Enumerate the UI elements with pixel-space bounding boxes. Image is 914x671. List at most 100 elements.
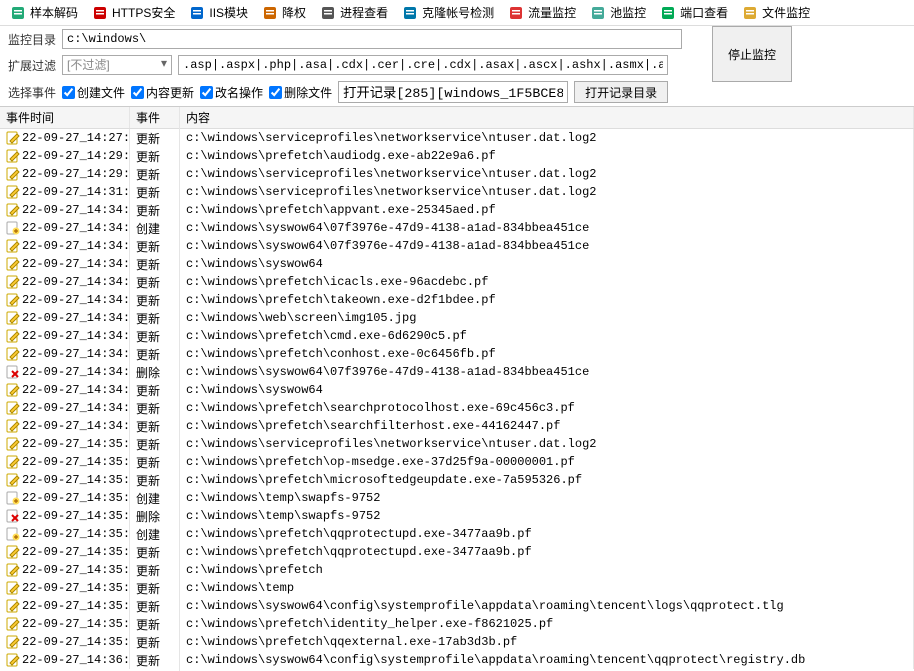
table-row[interactable]: 22-09-27_14:34:07更新c:\windows\prefetch\a… [0,201,914,219]
toolbar-process-view[interactable]: 进程查看 [314,2,394,23]
table-row[interactable]: 22-09-27_14:34:17更新c:\windows\syswow64 [0,381,914,399]
toolbar-item-label: 样本解码 [30,4,78,21]
table-row[interactable]: 22-09-27_14:35:53更新c:\windows\prefetch\q… [0,633,914,651]
cell-content: c:\windows\prefetch\appvant.exe-25345aed… [180,201,914,219]
table-row[interactable]: 22-09-27_14:35:41更新c:\windows\prefetch\q… [0,543,914,561]
table-row[interactable]: 22-09-27_14:36:13更新c:\windows\syswow64\c… [0,651,914,669]
cell-content: c:\windows\syswow64\config\systemprofile… [180,651,914,669]
cell-content: c:\windows\syswow64 [180,255,914,273]
toolbar-pool-monitor[interactable]: 池监控 [584,2,652,23]
cell-content: c:\windows\prefetch\conhost.exe-0c6456fb… [180,345,914,363]
checkbox-delete-file-label: 删除文件 [284,84,332,101]
cell-content: c:\windows\syswow64\07f3976e-47d9-4138-a… [180,237,914,255]
edit-icon [6,275,20,289]
log-record-input[interactable] [338,81,568,103]
cell-content: c:\windows\prefetch\qqexternal.exe-17ab3… [180,633,914,651]
table-row[interactable]: 22-09-27_14:29:14更新c:\windows\servicepro… [0,165,914,183]
cell-time: 22-09-27_14:35:49 [22,617,130,631]
table-row[interactable]: 22-09-27_14:27:14更新c:\windows\servicepro… [0,129,914,147]
edit-icon [6,635,20,649]
toolbar-clone-account[interactable]: 克隆帐号检测 [396,2,500,23]
open-log-dir-button[interactable]: 打开记录目录 [574,81,668,103]
table-row[interactable]: 22-09-27_14:34:08更新c:\windows\prefetch\c… [0,345,914,363]
ext-filter-select[interactable]: [不过滤] [62,55,172,75]
table-row[interactable]: 22-09-27_14:35:40删除c:\windows\temp\swapf… [0,507,914,525]
ext-filter-input[interactable] [178,55,668,75]
file-monitor-icon [742,5,758,21]
cell-content: c:\windows\prefetch [180,561,914,579]
table-row[interactable]: 22-09-27_14:35:39更新c:\windows\prefetch\o… [0,453,914,471]
toolbar-item-label: 端口查看 [680,4,728,21]
sample-decode-icon [10,5,26,21]
cell-time: 22-09-27_14:34:08 [22,293,130,307]
toolbar-iis-module[interactable]: IIS模块 [183,2,254,23]
table-row[interactable]: 22-09-27_14:34:08更新c:\windows\prefetch\i… [0,273,914,291]
ext-filter-value: [不过滤] [67,58,110,72]
toolbar-item-label: 文件监控 [762,4,810,21]
cell-time: 22-09-27_14:35:40 [22,509,130,523]
cell-content: c:\windows\prefetch\searchfilterhost.exe… [180,417,914,435]
port-view-icon [660,5,676,21]
edit-icon [6,167,20,181]
table-row[interactable]: 22-09-27_14:35:43更新c:\windows\prefetch [0,561,914,579]
monitor-dir-input[interactable] [62,29,682,49]
table-row[interactable]: 22-09-27_14:35:14更新c:\windows\servicepro… [0,435,914,453]
stop-monitor-button[interactable]: 停止监控 [712,26,792,82]
edit-icon [6,311,20,325]
new-file-icon [6,221,20,235]
clone-account-icon [402,5,418,21]
toolbar-port-view[interactable]: 端口查看 [654,2,734,23]
table-row[interactable]: 22-09-27_14:35:40创建c:\windows\temp\swapf… [0,489,914,507]
header-content[interactable]: 内容 [180,107,914,128]
table-row[interactable]: 22-09-27_14:31:14更新c:\windows\servicepro… [0,183,914,201]
table-row[interactable]: 22-09-27_14:35:48更新c:\windows\syswow64\c… [0,597,914,615]
cell-time: 22-09-27_14:35:43 [22,563,130,577]
cell-content: c:\windows\prefetch\takeown.exe-d2f1bdee… [180,291,914,309]
cell-content: c:\windows\web\screen\img105.jpg [180,309,914,327]
cell-content: c:\windows\prefetch\cmd.exe-6d6290c5.pf [180,327,914,345]
cell-time: 22-09-27_14:29:09 [22,149,130,163]
header-time[interactable]: 事件时间 [0,107,130,128]
cell-content: c:\windows\prefetch\searchprotocolhost.e… [180,399,914,417]
toolbar-sample-decode[interactable]: 样本解码 [4,2,84,23]
cell-content: c:\windows\prefetch\microsoftedgeupdate.… [180,471,914,489]
checkbox-create-file-label: 创建文件 [77,84,125,101]
cell-time: 22-09-27_14:34:08 [22,347,130,361]
cell-content: c:\windows\serviceprofiles\networkservic… [180,435,914,453]
table-row[interactable]: 22-09-27_14:35:49更新c:\windows\prefetch\i… [0,615,914,633]
table-row[interactable]: 22-09-27_14:34:08创建c:\windows\syswow64\0… [0,219,914,237]
table-row[interactable]: 22-09-27_14:34:54更新c:\windows\prefetch\s… [0,399,914,417]
checkbox-rename[interactable]: 改名操作 [200,84,263,101]
table-row[interactable]: 22-09-27_14:34:08更新c:\windows\prefetch\t… [0,291,914,309]
table-row[interactable]: 22-09-27_14:34:08更新c:\windows\web\screen… [0,309,914,327]
cell-time: 22-09-27_14:34:17 [22,383,130,397]
table-row[interactable]: 22-09-27_14:34:08更新c:\windows\prefetch\c… [0,327,914,345]
cell-time: 22-09-27_14:34:54 [22,419,130,433]
checkbox-content-update[interactable]: 内容更新 [131,84,194,101]
toolbar-traffic-monitor[interactable]: 流量监控 [502,2,582,23]
table-row[interactable]: 22-09-27_14:34:08更新c:\windows\syswow64\0… [0,237,914,255]
edit-icon [6,473,20,487]
header-event[interactable]: 事件 [130,107,180,128]
new-file-icon [6,491,20,505]
table-row[interactable]: 22-09-27_14:35:41创建c:\windows\prefetch\q… [0,525,914,543]
cell-content: c:\windows\serviceprofiles\networkservic… [180,183,914,201]
cell-time: 22-09-27_14:35:53 [22,635,130,649]
main-toolbar: 样本解码 HTTPS安全IIS模块降权进程查看克隆帐号检测流量监控 池监控 端口查看 文… [0,0,914,26]
table-row[interactable]: 22-09-27_14:35:39更新c:\windows\prefetch\m… [0,471,914,489]
cell-content: c:\windows\serviceprofiles\networkservic… [180,165,914,183]
checkbox-delete-file[interactable]: 删除文件 [269,84,332,101]
toolbar-file-monitor[interactable]: 文件监控 [736,2,816,23]
table-row[interactable]: 22-09-27_14:34:54更新c:\windows\prefetch\s… [0,417,914,435]
cell-time: 22-09-27_14:34:08 [22,365,130,379]
toolbar-privilege[interactable]: 降权 [256,2,312,23]
cell-content: c:\windows\temp [180,579,914,597]
checkbox-create-file[interactable]: 创建文件 [62,84,125,101]
table-row[interactable]: 22-09-27_14:35:48更新c:\windows\temp [0,579,914,597]
table-row[interactable]: 22-09-27_14:34:08删除c:\windows\syswow64\0… [0,363,914,381]
table-row[interactable]: 22-09-27_14:34:08更新c:\windows\syswow64 [0,255,914,273]
table-row[interactable]: 22-09-27_14:29:09更新c:\windows\prefetch\a… [0,147,914,165]
toolbar-item-label: 池监控 [610,4,646,21]
toolbar-https-security[interactable]: HTTPS安全 [86,2,181,23]
cell-time: 22-09-27_14:35:48 [22,599,130,613]
